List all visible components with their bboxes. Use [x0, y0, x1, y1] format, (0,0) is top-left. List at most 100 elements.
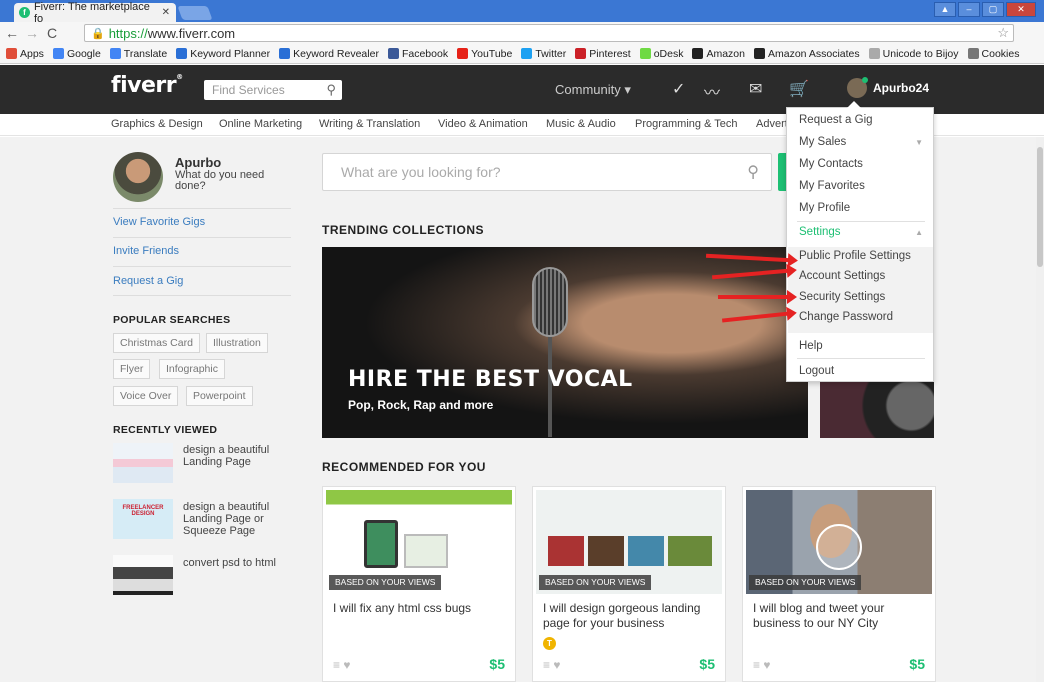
category-item[interactable]: Video & Animation [438, 118, 528, 130]
hero-title: HIRE THE BEST VOCAL [348, 367, 633, 392]
tab-close-icon[interactable]: ✕ [162, 7, 170, 18]
recent-gig-title[interactable]: design a beautiful Landing Page [183, 444, 283, 468]
dropdown-my-favorites[interactable]: My Favorites [799, 180, 865, 192]
header-search-placeholder: Find Services [212, 83, 285, 97]
category-item[interactable]: Writing & Translation [319, 118, 420, 130]
dropdown-change-password[interactable]: Change Password [799, 311, 893, 323]
bookmark-item[interactable]: Unicode to Bijoy [868, 48, 959, 60]
category-item[interactable]: Programming & Tech [635, 118, 738, 130]
dropdown-my-sales[interactable]: My Sales [799, 136, 846, 148]
bookmark-item[interactable]: Google [52, 48, 101, 60]
bookmark-item[interactable]: Cookies [967, 48, 1019, 60]
category-item[interactable]: Graphics & Design [111, 118, 203, 130]
bookmark-item[interactable]: Amazon Associates [754, 48, 860, 60]
dropdown-security-settings[interactable]: Security Settings [799, 291, 885, 303]
dropdown-request-gig[interactable]: Request a Gig [799, 114, 873, 126]
mail-icon[interactable]: ✉ [749, 79, 762, 99]
search-tag[interactable]: Illustration [206, 333, 268, 353]
request-gig-link[interactable]: Request a Gig [113, 275, 183, 287]
search-tag[interactable]: Flyer [113, 359, 151, 379]
address-bar[interactable]: 🔒 https:// www.fiverr.com ☆ [84, 24, 1014, 42]
heart-icon[interactable]: ♥ [553, 658, 560, 672]
reload-icon[interactable]: C [44, 25, 60, 41]
bookmark-item[interactable]: Translate [109, 47, 168, 60]
new-tab-button[interactable] [177, 6, 213, 20]
user-dropdown-menu: Request a Gig My Sales ▼ My Contacts My … [786, 101, 934, 382]
bookmark-item[interactable]: oDesk [639, 48, 683, 60]
translate-icon [109, 48, 121, 59]
bookmark-label: Translate [123, 47, 168, 60]
community-menu[interactable]: Community ▾ [555, 82, 631, 98]
recent-gig-title[interactable]: convert psd to html [183, 557, 283, 569]
video-play-icon[interactable] [816, 524, 862, 570]
category-item[interactable]: Music & Audio [546, 118, 616, 130]
back-icon[interactable]: ← [4, 25, 20, 41]
divider [797, 221, 925, 222]
profile-name[interactable]: Apurbo [175, 155, 221, 170]
dropdown-logout[interactable]: Logout [799, 365, 834, 377]
bookmark-item[interactable]: Facebook [387, 48, 448, 60]
heart-icon[interactable]: ♥ [343, 658, 350, 672]
dropdown-my-contacts[interactable]: My Contacts [799, 158, 863, 170]
dropdown-help[interactable]: Help [799, 340, 823, 352]
dropdown-my-profile[interactable]: My Profile [799, 202, 850, 214]
user-icon[interactable]: ▲ [934, 2, 956, 17]
close-window-icon[interactable]: ✕ [1006, 2, 1036, 17]
profile-avatar[interactable] [113, 152, 163, 202]
search-tag[interactable]: Powerpoint [186, 386, 253, 406]
dropdown-public-profile-settings[interactable]: Public Profile Settings [799, 250, 911, 262]
activity-icon[interactable]: 〰 [704, 79, 720, 103]
menu-icon[interactable]: ≡ [753, 658, 760, 672]
gig-actions: ≡ ♥ [333, 658, 350, 672]
maximize-icon[interactable]: ▢ [982, 2, 1004, 17]
dropdown-settings[interactable]: Settings [799, 226, 841, 238]
header-search-input[interactable]: Find Services ⚲ [204, 80, 342, 100]
heart-icon[interactable]: ♥ [763, 658, 770, 672]
cart-icon[interactable]: 🛒 [789, 79, 809, 99]
dropdown-account-settings[interactable]: Account Settings [799, 270, 885, 282]
user-menu[interactable]: Apurbo24 [847, 77, 929, 98]
recent-thumbnail[interactable] [113, 555, 173, 595]
category-item[interactable]: Online Marketing [219, 118, 302, 130]
bookmark-item[interactable]: Apps [6, 48, 44, 60]
scrollbar-thumb[interactable] [1037, 147, 1043, 267]
main-search-input[interactable]: What are you looking for? ⚲ [322, 153, 772, 191]
recent-thumbnail[interactable] [113, 443, 173, 483]
bookmark-item[interactable]: YouTube [457, 48, 512, 60]
gig-title[interactable]: I will design gorgeous landing page for … [543, 601, 719, 631]
search-icon[interactable]: ⚲ [326, 82, 336, 98]
chevron-up-icon[interactable]: ▲ [915, 228, 923, 237]
view-favorite-gigs-link[interactable]: View Favorite Gigs [113, 216, 205, 228]
search-tag[interactable]: Voice Over [113, 386, 179, 406]
checkmark-icon[interactable]: ✓ [672, 79, 685, 99]
search-icon[interactable]: ⚲ [747, 162, 759, 182]
chevron-down-icon[interactable]: ▼ [915, 138, 923, 147]
bookmark-item[interactable]: Keyword Planner [176, 48, 270, 60]
gig-title[interactable]: I will blog and tweet your business to o… [753, 601, 929, 631]
minimize-icon[interactable]: – [958, 2, 980, 17]
gig-card[interactable]: BASED ON YOUR VIEWS I will design gorgeo… [532, 486, 726, 682]
google-icon [52, 48, 64, 59]
menu-icon[interactable]: ≡ [333, 658, 340, 672]
bookmark-label: Amazon Associates [768, 47, 860, 60]
bookmark-item[interactable]: Amazon [692, 48, 745, 60]
recent-gig-title[interactable]: design a beautiful Landing Page or Squee… [183, 501, 283, 537]
bookmark-item[interactable]: Twitter [521, 48, 566, 60]
menu-icon[interactable]: ≡ [543, 658, 550, 672]
browser-tab[interactable]: f Fiverr: The marketplace fo ✕ [14, 1, 176, 25]
gig-actions: ≡ ♥ [543, 658, 560, 672]
category-item[interactable]: Advert [756, 118, 788, 130]
search-tag[interactable]: Infographic [159, 359, 225, 379]
gig-title[interactable]: I will fix any html css bugs [333, 601, 509, 616]
forward-icon[interactable]: → [24, 25, 40, 41]
gig-card[interactable]: BASED ON YOUR VIEWS I will blog and twee… [742, 486, 936, 682]
bookmark-item[interactable]: Keyword Revealer [279, 48, 379, 60]
search-tag[interactable]: Christmas Card [113, 333, 200, 353]
bookmark-item[interactable]: Pinterest [575, 48, 631, 60]
recent-thumbnail[interactable]: FREELANCER DESIGN [113, 499, 173, 539]
page-scrollbar[interactable] [1036, 137, 1044, 682]
fiverr-logo[interactable]: fiverr® [111, 73, 183, 98]
invite-friends-link[interactable]: Invite Friends [113, 245, 179, 257]
gig-card[interactable]: BASED ON YOUR VIEWS I will fix any html … [322, 486, 516, 682]
bookmark-star-icon[interactable]: ☆ [997, 25, 1009, 41]
